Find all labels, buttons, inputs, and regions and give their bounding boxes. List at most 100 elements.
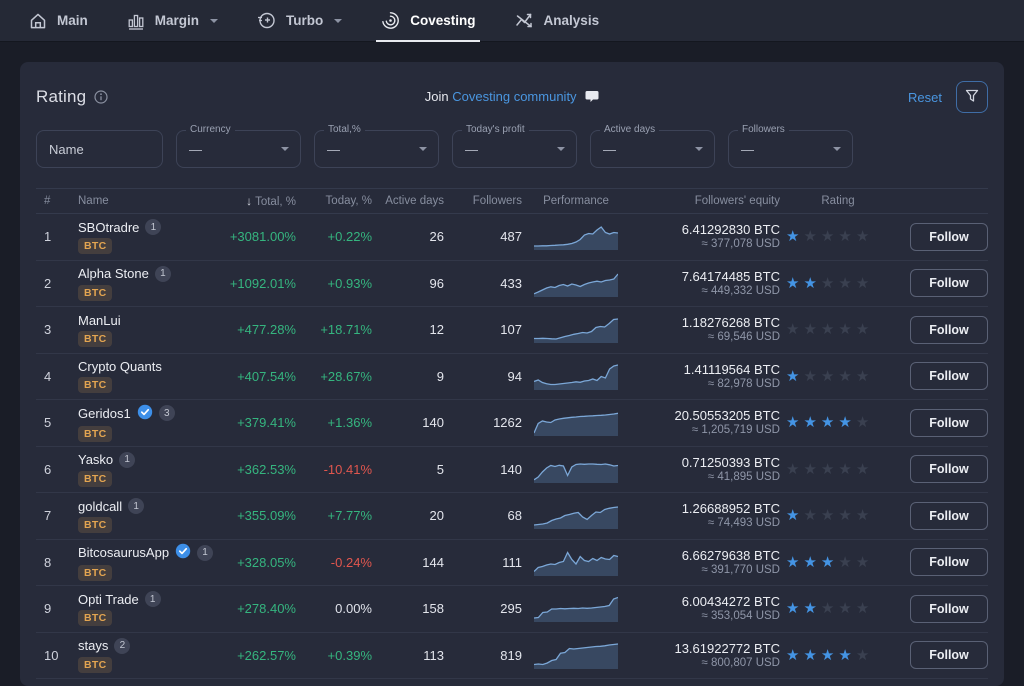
- chevron-down-icon: [557, 147, 565, 151]
- trader-cell: Yasko 1 BTC: [64, 452, 214, 487]
- follow-button[interactable]: Follow: [910, 316, 988, 344]
- equity-usd-value: ≈ 377,078 USD: [630, 237, 780, 251]
- trader-cell: Geridos1 3 BTC: [64, 404, 214, 442]
- trader-name[interactable]: stays: [78, 638, 108, 653]
- header-performance: Performance: [522, 195, 630, 207]
- star-filled-icon: ★: [838, 414, 855, 431]
- followers-equity-cell: 20.50553205 BTC ≈ 1,205,719 USD: [630, 408, 780, 437]
- trader-name[interactable]: SBOtradre: [78, 220, 139, 235]
- trader-cell: Opti Trade 1 BTC: [64, 591, 214, 626]
- table-row[interactable]: 10 stays 2 BTC +262.57% +0.39% 113 819 1…: [36, 633, 988, 680]
- table-row[interactable]: 7 goldcall 1 BTC +355.09% +7.77% 20 68 1…: [36, 493, 988, 540]
- trader-name[interactable]: Opti Trade: [78, 592, 139, 607]
- covesting-icon: [380, 10, 401, 31]
- equity-usd-value: ≈ 82,978 USD: [630, 377, 780, 391]
- rank-cell: 3: [36, 322, 64, 337]
- header-total[interactable]: ↓Total, %: [214, 194, 296, 208]
- star-empty-icon: ★: [856, 461, 873, 478]
- today-percent-cell: -0.24%: [296, 555, 372, 570]
- equity-btc-value: 7.64174485 BTC: [630, 269, 780, 284]
- table-row[interactable]: 8 BitcosaurusApp 1 BTC +328.05% -0.24% 1…: [36, 540, 988, 587]
- trader-name[interactable]: BitcosaurusApp: [78, 545, 169, 560]
- header-rating[interactable]: Rating: [780, 195, 896, 207]
- total-filter-dropdown[interactable]: Total,% —: [314, 130, 439, 168]
- followers-cell: 819: [444, 648, 522, 663]
- nav-item-label: Covesting: [410, 13, 475, 28]
- rank-cell: 1: [36, 229, 64, 244]
- nav-item-main[interactable]: Main: [28, 0, 88, 42]
- nav-item-turbo[interactable]: Turbo: [256, 0, 342, 42]
- table-row[interactable]: 5 Geridos1 3 BTC +379.41% +1.36% 140 126…: [36, 400, 988, 447]
- nav-item-covesting[interactable]: Covesting: [380, 0, 475, 42]
- performance-cell: [522, 546, 630, 579]
- rating-stars: ★★★★★: [780, 555, 896, 570]
- followers-filter-dropdown[interactable]: Followers —: [728, 130, 853, 168]
- total-percent-cell: +355.09%: [214, 508, 296, 523]
- count-badge: 1: [145, 219, 161, 235]
- follow-button[interactable]: Follow: [910, 409, 988, 437]
- margin-bars-icon: [126, 11, 146, 31]
- join-prefix: Join: [425, 89, 449, 104]
- dropdown-label: Today's profit: [462, 124, 529, 135]
- table-row[interactable]: 3 ManLui BTC +477.28% +18.71% 12 107 1.1…: [36, 307, 988, 354]
- today-percent-cell: +1.36%: [296, 415, 372, 430]
- follow-button[interactable]: Follow: [910, 548, 988, 576]
- follow-button[interactable]: Follow: [910, 362, 988, 390]
- currency-filter-dropdown[interactable]: Currency —: [176, 130, 301, 168]
- follow-button[interactable]: Follow: [910, 223, 988, 251]
- table-row[interactable]: 9 Opti Trade 1 BTC +278.40% 0.00% 158 29…: [36, 586, 988, 633]
- analysis-icon: [514, 10, 535, 31]
- star-empty-icon: ★: [803, 461, 820, 478]
- currency-tag: BTC: [78, 285, 112, 301]
- currency-tag: BTC: [78, 471, 112, 487]
- nav-item-label: Turbo: [286, 13, 323, 28]
- follow-button[interactable]: Follow: [910, 595, 988, 623]
- star-empty-icon: ★: [838, 321, 855, 338]
- trader-name[interactable]: Geridos1: [78, 406, 131, 421]
- dropdown-value: —: [327, 142, 340, 157]
- header-followers-equity[interactable]: Followers' equity: [630, 195, 780, 207]
- nav-item-analysis[interactable]: Analysis: [514, 0, 600, 42]
- equity-usd-value: ≈ 391,770 USD: [630, 563, 780, 577]
- follow-button[interactable]: Follow: [910, 455, 988, 483]
- name-filter-input[interactable]: [36, 130, 163, 168]
- star-empty-icon: ★: [838, 507, 855, 524]
- today-percent-cell: 0.00%: [296, 601, 372, 616]
- follow-button[interactable]: Follow: [910, 641, 988, 669]
- trader-name[interactable]: goldcall: [78, 499, 122, 514]
- follow-button[interactable]: Follow: [910, 502, 988, 530]
- table-row[interactable]: 6 Yasko 1 BTC +362.53% -10.41% 5 140 0.7…: [36, 447, 988, 494]
- star-filled-icon: ★: [821, 647, 838, 664]
- equity-usd-value: ≈ 41,895 USD: [630, 470, 780, 484]
- trader-name[interactable]: Yasko: [78, 452, 113, 467]
- star-empty-icon: ★: [856, 228, 873, 245]
- total-percent-cell: +262.57%: [214, 648, 296, 663]
- follow-button[interactable]: Follow: [910, 269, 988, 297]
- count-badge: 1: [145, 591, 161, 607]
- followers-equity-cell: 1.41119564 BTC ≈ 82,978 USD: [630, 362, 780, 391]
- trader-cell: Crypto Quants BTC: [64, 359, 214, 393]
- header-name[interactable]: Name: [64, 195, 214, 207]
- header-active-days[interactable]: Active days: [372, 195, 444, 207]
- todays-profit-filter-dropdown[interactable]: Today's profit —: [452, 130, 577, 168]
- filters-bar: Currency — Total,% — Today's profit — Ac…: [36, 130, 988, 168]
- today-percent-cell: +0.22%: [296, 229, 372, 244]
- covesting-community-link[interactable]: Covesting community: [452, 89, 576, 104]
- trader-name[interactable]: ManLui: [78, 313, 121, 328]
- dropdown-value: —: [465, 142, 478, 157]
- performance-sparkline: [534, 220, 618, 250]
- header-followers[interactable]: Followers: [444, 195, 522, 207]
- table-row[interactable]: 2 Alpha Stone 1 BTC +1092.01% +0.93% 96 …: [36, 261, 988, 308]
- table-row[interactable]: 4 Crypto Quants BTC +407.54% +28.67% 9 9…: [36, 354, 988, 401]
- trader-name[interactable]: Crypto Quants: [78, 359, 162, 374]
- star-empty-icon: ★: [803, 321, 820, 338]
- total-percent-cell: +379.41%: [214, 415, 296, 430]
- active-days-filter-dropdown[interactable]: Active days —: [590, 130, 715, 168]
- header-today[interactable]: Today, %: [296, 195, 372, 207]
- equity-usd-value: ≈ 74,493 USD: [630, 516, 780, 530]
- table-row[interactable]: 1 SBOtradre 1 BTC +3081.00% +0.22% 26 48…: [36, 214, 988, 261]
- trader-name[interactable]: Alpha Stone: [78, 266, 149, 281]
- equity-usd-value: ≈ 1,205,719 USD: [630, 423, 780, 437]
- active-days-cell: 20: [372, 508, 444, 523]
- nav-item-margin[interactable]: Margin: [126, 0, 218, 42]
